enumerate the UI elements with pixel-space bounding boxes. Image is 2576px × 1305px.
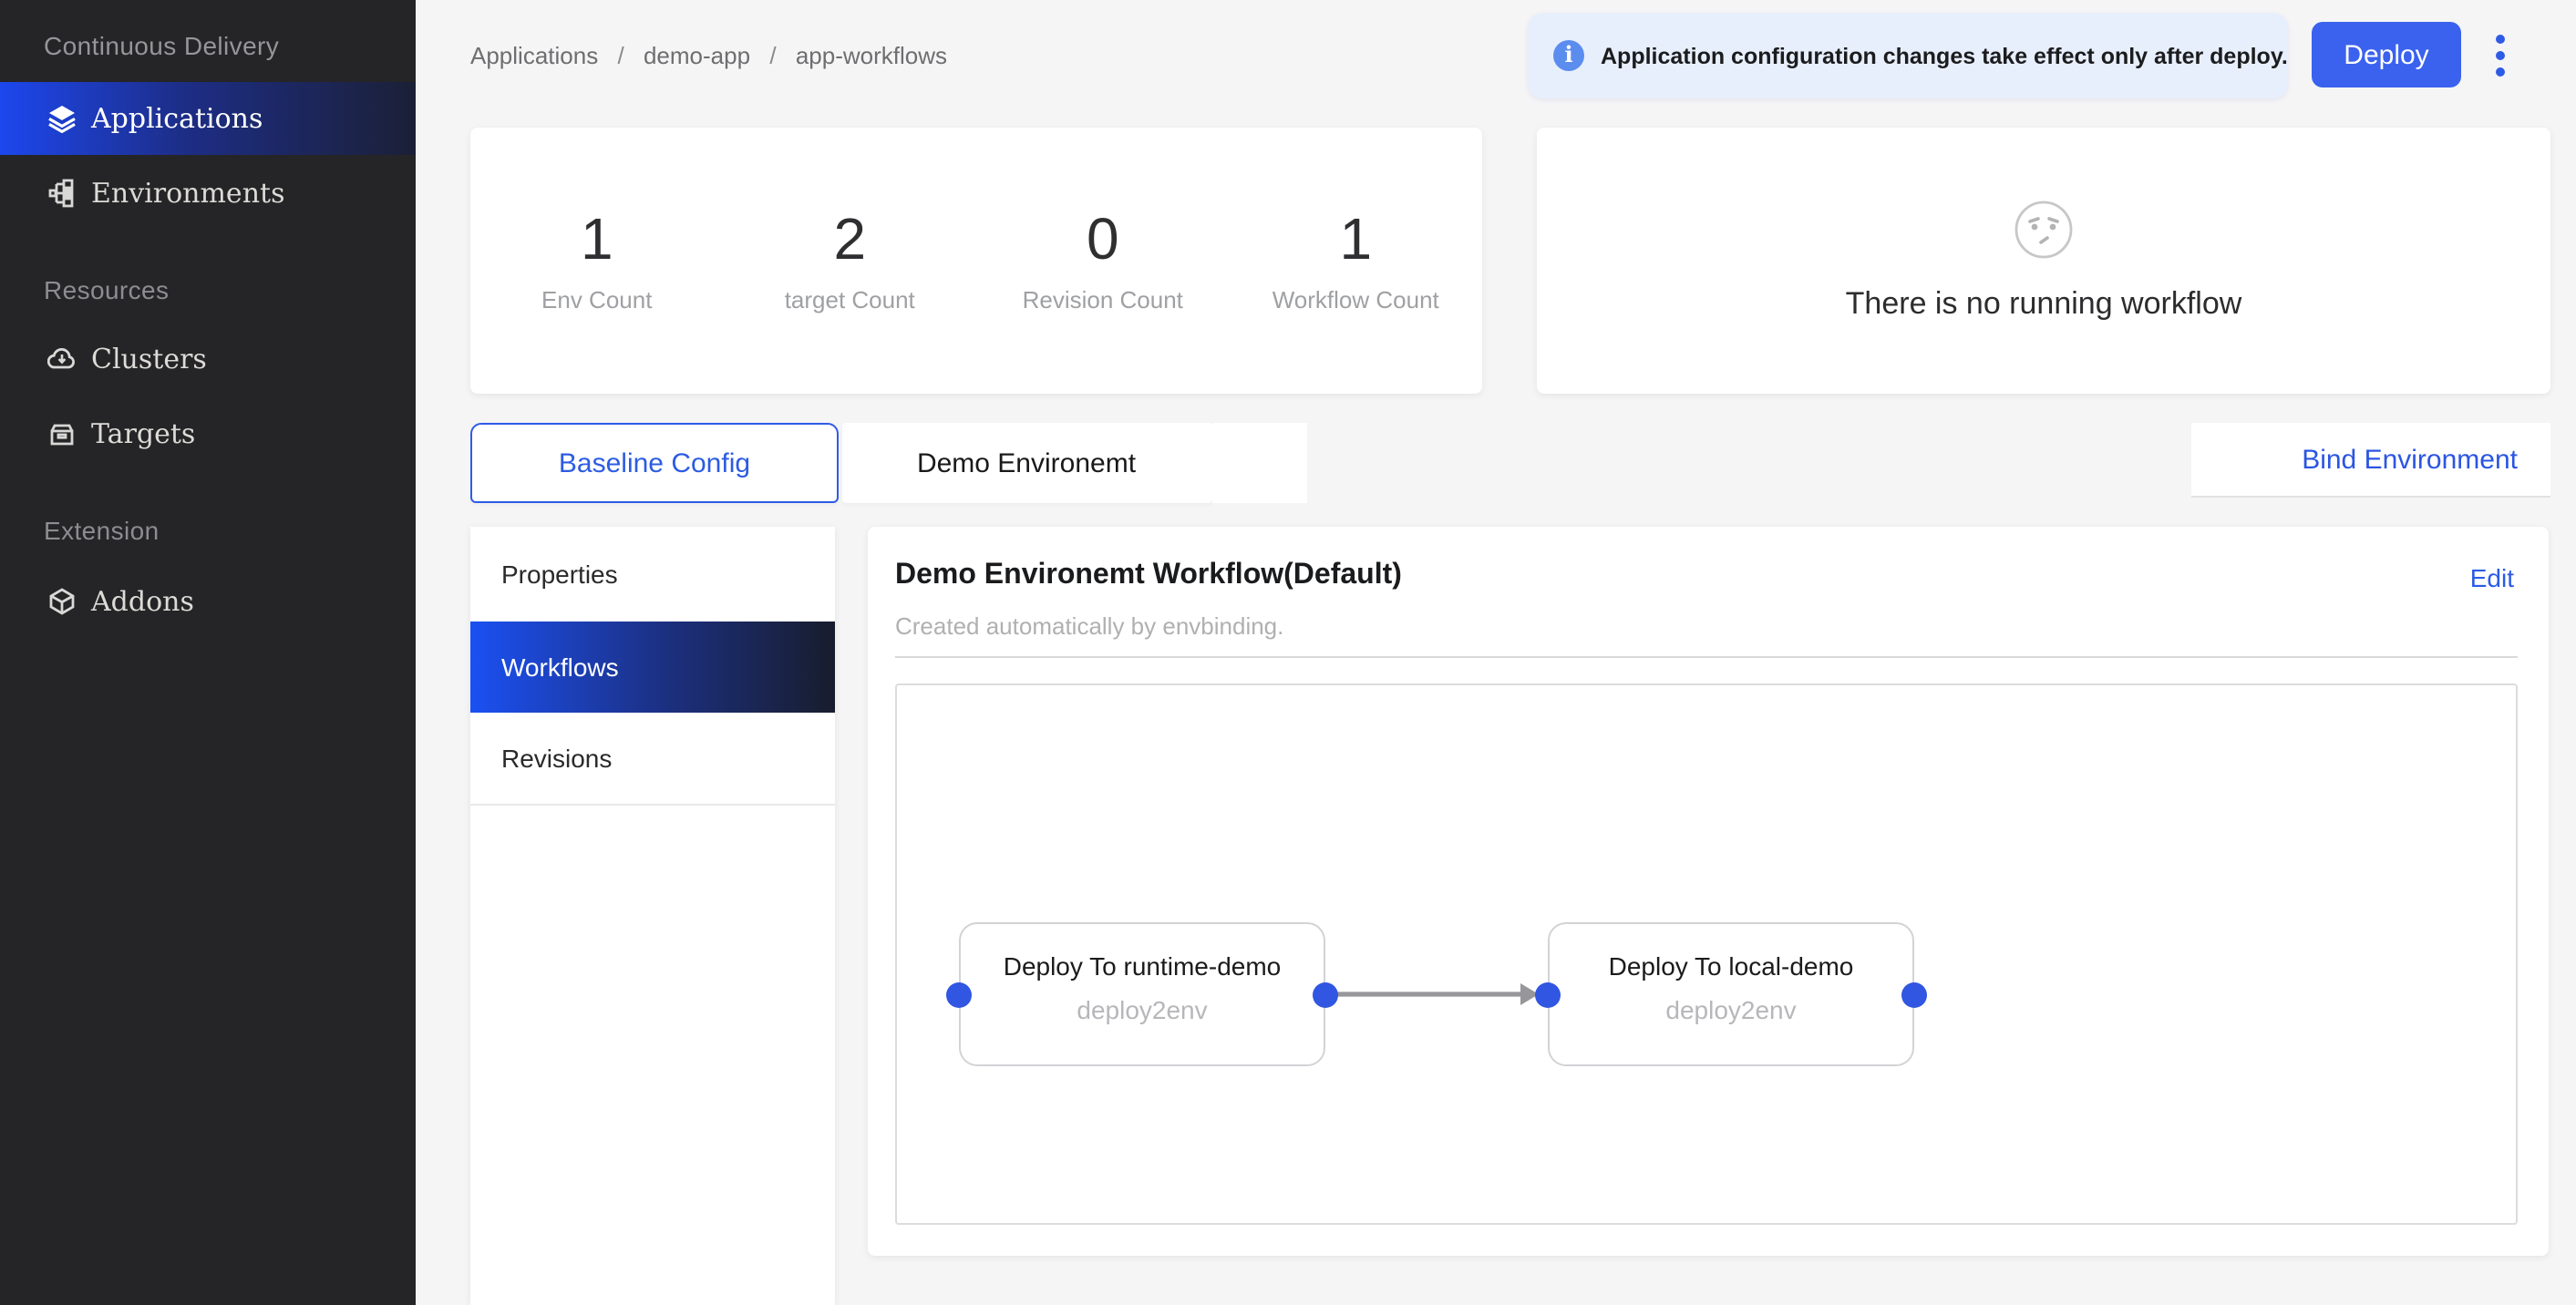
stat-env-count: 1 Env Count xyxy=(470,208,724,313)
menu-item-label: Workflows xyxy=(501,652,619,682)
workflow-node-local-demo[interactable]: Deploy To local-demo deploy2env xyxy=(1548,922,1914,1066)
kebab-menu-icon[interactable] xyxy=(2485,22,2514,87)
topology-icon xyxy=(47,179,77,208)
node-port-icon[interactable] xyxy=(1535,981,1561,1007)
bind-environment-bar: Bind Environment xyxy=(2191,423,2550,498)
breadcrumb: Applications / demo-app / app-workflows xyxy=(470,42,947,69)
sidebar-item-label: Addons xyxy=(91,585,194,618)
worried-face-icon xyxy=(2014,200,2073,267)
node-port-icon[interactable] xyxy=(1313,981,1338,1007)
sidebar-item-label: Clusters xyxy=(91,343,207,375)
empty-workflow-message: There is no running workflow xyxy=(1845,285,2242,320)
sidebar-item-clusters[interactable]: Clusters xyxy=(0,323,416,396)
stat-workflow-count: 1 Workflow Count xyxy=(1230,208,1483,313)
node-port-icon[interactable] xyxy=(1901,981,1927,1007)
workflow-canvas: Deploy To runtime-demo deploy2env Deploy… xyxy=(895,683,2518,1225)
menu-item-workflows[interactable]: Workflows xyxy=(470,622,835,713)
node-subtitle: deploy2env xyxy=(1077,995,1208,1024)
sidebar-item-applications[interactable]: Applications xyxy=(0,82,416,155)
sidebar-section-resources: Resources xyxy=(44,275,170,304)
layers-icon xyxy=(47,104,77,133)
menu-item-label: Revisions xyxy=(501,744,613,773)
stat-value: 2 xyxy=(833,206,867,272)
breadcrumb-separator: / xyxy=(617,42,624,69)
sidebar-item-environments[interactable]: Environments xyxy=(0,157,416,230)
cloud-icon xyxy=(47,344,77,374)
stat-label: Env Count xyxy=(541,286,653,313)
node-title: Deploy To local-demo xyxy=(1608,951,1854,981)
breadcrumb-separator: / xyxy=(769,42,777,69)
stat-value: 1 xyxy=(580,206,613,272)
sidebar-section-extension: Extension xyxy=(44,516,160,545)
sidebar-item-label: Environments xyxy=(91,177,285,210)
stat-revision-count: 0 Revision Count xyxy=(976,208,1230,313)
stat-value: 1 xyxy=(1339,206,1373,272)
stat-target-count: 2 target Count xyxy=(724,208,977,313)
main-content: Applications / demo-app / app-workflows … xyxy=(416,0,2576,1305)
menu-item-revisions[interactable]: Revisions xyxy=(470,713,835,806)
stat-label: target Count xyxy=(784,286,915,313)
sidebar-item-targets[interactable]: Targets xyxy=(0,397,416,470)
workflow-panel: Demo Environemt Workflow(Default) Edit C… xyxy=(868,527,2549,1256)
workflow-status-card: There is no running workflow xyxy=(1537,128,2550,394)
breadcrumb-demo-app[interactable]: demo-app xyxy=(644,42,750,69)
menu-item-label: Properties xyxy=(501,560,618,589)
node-title: Deploy To runtime-demo xyxy=(1003,951,1282,981)
tab-label: Demo Environemt xyxy=(916,447,1137,478)
tab-label: Baseline Config xyxy=(558,447,751,478)
stats-card: 1 Env Count 2 target Count 0 Revision Co… xyxy=(470,128,1482,394)
panel-divider xyxy=(895,656,2518,658)
alert-message: Application configuration changes take e… xyxy=(1601,43,2288,68)
edit-link[interactable]: Edit xyxy=(2470,563,2514,592)
sidebar-item-addons[interactable]: Addons xyxy=(0,565,416,638)
stat-value: 0 xyxy=(1086,206,1119,272)
tab-demo-environemt[interactable]: Demo Environemt xyxy=(841,423,1211,503)
workflow-node-runtime-demo[interactable]: Deploy To runtime-demo deploy2env xyxy=(959,922,1325,1066)
node-subtitle: deploy2env xyxy=(1665,995,1797,1024)
node-port-icon[interactable] xyxy=(946,981,972,1007)
config-menu: Properties Workflows Revisions xyxy=(470,527,835,1305)
workflow-subtitle: Created automatically by envbinding. xyxy=(895,612,1284,640)
deploy-alert: i Application configuration changes take… xyxy=(1528,13,2288,98)
sidebar-item-label: Targets xyxy=(91,417,196,450)
tab-strip-spacer xyxy=(1212,423,1306,503)
sidebar-item-label: Applications xyxy=(91,102,263,135)
archive-icon xyxy=(47,419,77,448)
stat-label: Revision Count xyxy=(1022,286,1183,313)
tab-baseline-config[interactable]: Baseline Config xyxy=(470,423,839,503)
sidebar: Continuous Delivery Applications Environ… xyxy=(0,0,416,1305)
breadcrumb-applications[interactable]: Applications xyxy=(470,42,598,69)
app-title: Continuous Delivery xyxy=(44,31,280,60)
workflow-title: Demo Environemt Workflow(Default) xyxy=(895,560,1402,591)
cube-icon xyxy=(47,587,77,616)
app-root: Continuous Delivery Applications Environ… xyxy=(0,0,2576,1305)
stat-label: Workflow Count xyxy=(1272,286,1439,313)
breadcrumb-app-workflows: app-workflows xyxy=(795,42,947,69)
deploy-button[interactable]: Deploy xyxy=(2312,22,2461,87)
menu-item-properties[interactable]: Properties xyxy=(470,527,835,622)
info-icon: i xyxy=(1553,40,1584,71)
bind-environment-link[interactable]: Bind Environment xyxy=(2302,444,2518,475)
